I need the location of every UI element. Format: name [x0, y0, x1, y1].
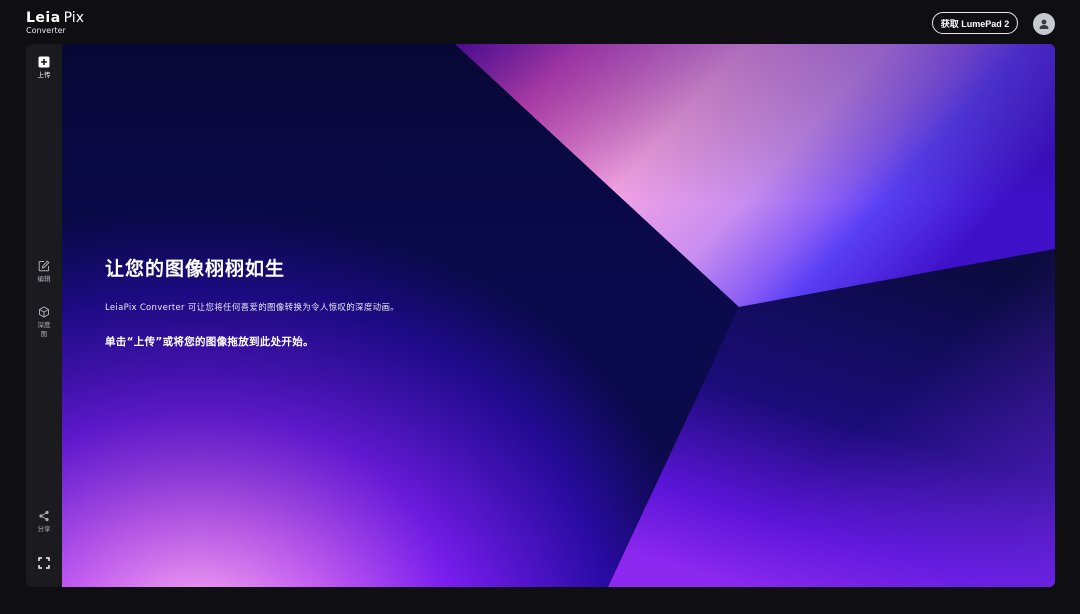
top-bar: Leia Pix Converter 获取 LumePad 2	[0, 0, 1080, 44]
leiapix-logo[interactable]: Leia Pix Converter	[26, 11, 84, 35]
sidebar-item-label: 上传	[37, 71, 51, 79]
share-icon	[39, 510, 49, 522]
get-lumepad-button[interactable]: 获取 LumePad 2	[932, 12, 1018, 34]
depth-cube-icon	[39, 306, 49, 318]
logo-subtitle: Converter	[26, 26, 66, 35]
hero-background-image	[62, 44, 1055, 587]
user-icon	[1039, 19, 1049, 29]
hero-description: LeiaPix Converter 可让您将任何喜爱的图像转换为令人惊叹的深度动…	[105, 303, 400, 313]
hero-headline: 让您的图像栩栩如生	[105, 258, 286, 280]
fullscreen-icon	[38, 557, 50, 569]
logo-brand: Leia	[26, 10, 61, 26]
upload-instruction: 单击“上传”或将您的图像拖放到此处开始。	[105, 336, 314, 348]
sidebar-item-share[interactable]: 分享	[26, 510, 62, 534]
logo-product: Pix	[63, 10, 84, 26]
sidebar-item-fullscreen[interactable]	[26, 557, 62, 569]
sidebar-item-label: 分享	[37, 525, 51, 533]
edit-icon	[38, 260, 50, 272]
sidebar-item-depth[interactable]: 深度图	[26, 306, 62, 339]
plus-square-icon	[38, 56, 50, 68]
user-avatar[interactable]	[1033, 13, 1055, 35]
sidebar-item-label: 深度图	[37, 321, 51, 338]
sidebar: 上传 编辑 深度图 分享	[26, 44, 62, 587]
sidebar-item-label: 编辑	[37, 275, 51, 283]
sidebar-item-upload[interactable]: 上传	[26, 56, 62, 80]
sidebar-item-edit[interactable]: 编辑	[26, 260, 62, 284]
image-drop-zone[interactable]: 让您的图像栩栩如生 LeiaPix Converter 可让您将任何喜爱的图像转…	[62, 44, 1055, 587]
